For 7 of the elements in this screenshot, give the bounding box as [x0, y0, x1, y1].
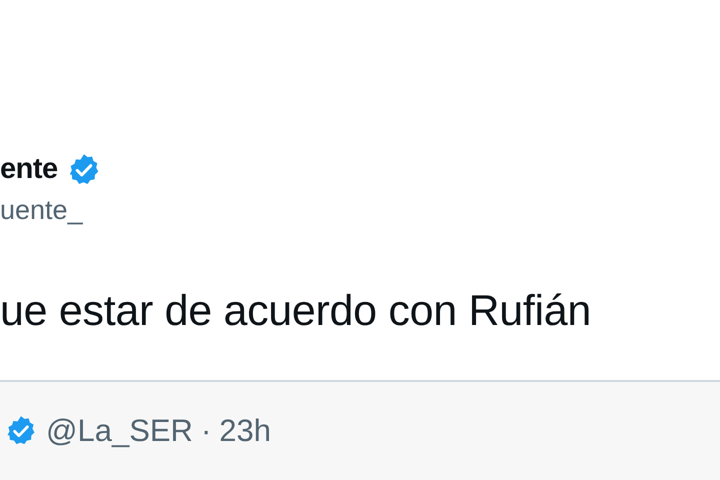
- author-handle: uente_: [0, 194, 84, 226]
- quoted-handle: @La_SER: [46, 414, 193, 448]
- separator: ·: [200, 414, 212, 448]
- tweet-text: ue estar de acuerdo con Rufián: [0, 288, 592, 336]
- author-name: ente: [0, 154, 58, 186]
- quoted-tweet-card[interactable]: @La_SER · 23h: [0, 380, 720, 480]
- tweet-time: 23h: [219, 414, 271, 448]
